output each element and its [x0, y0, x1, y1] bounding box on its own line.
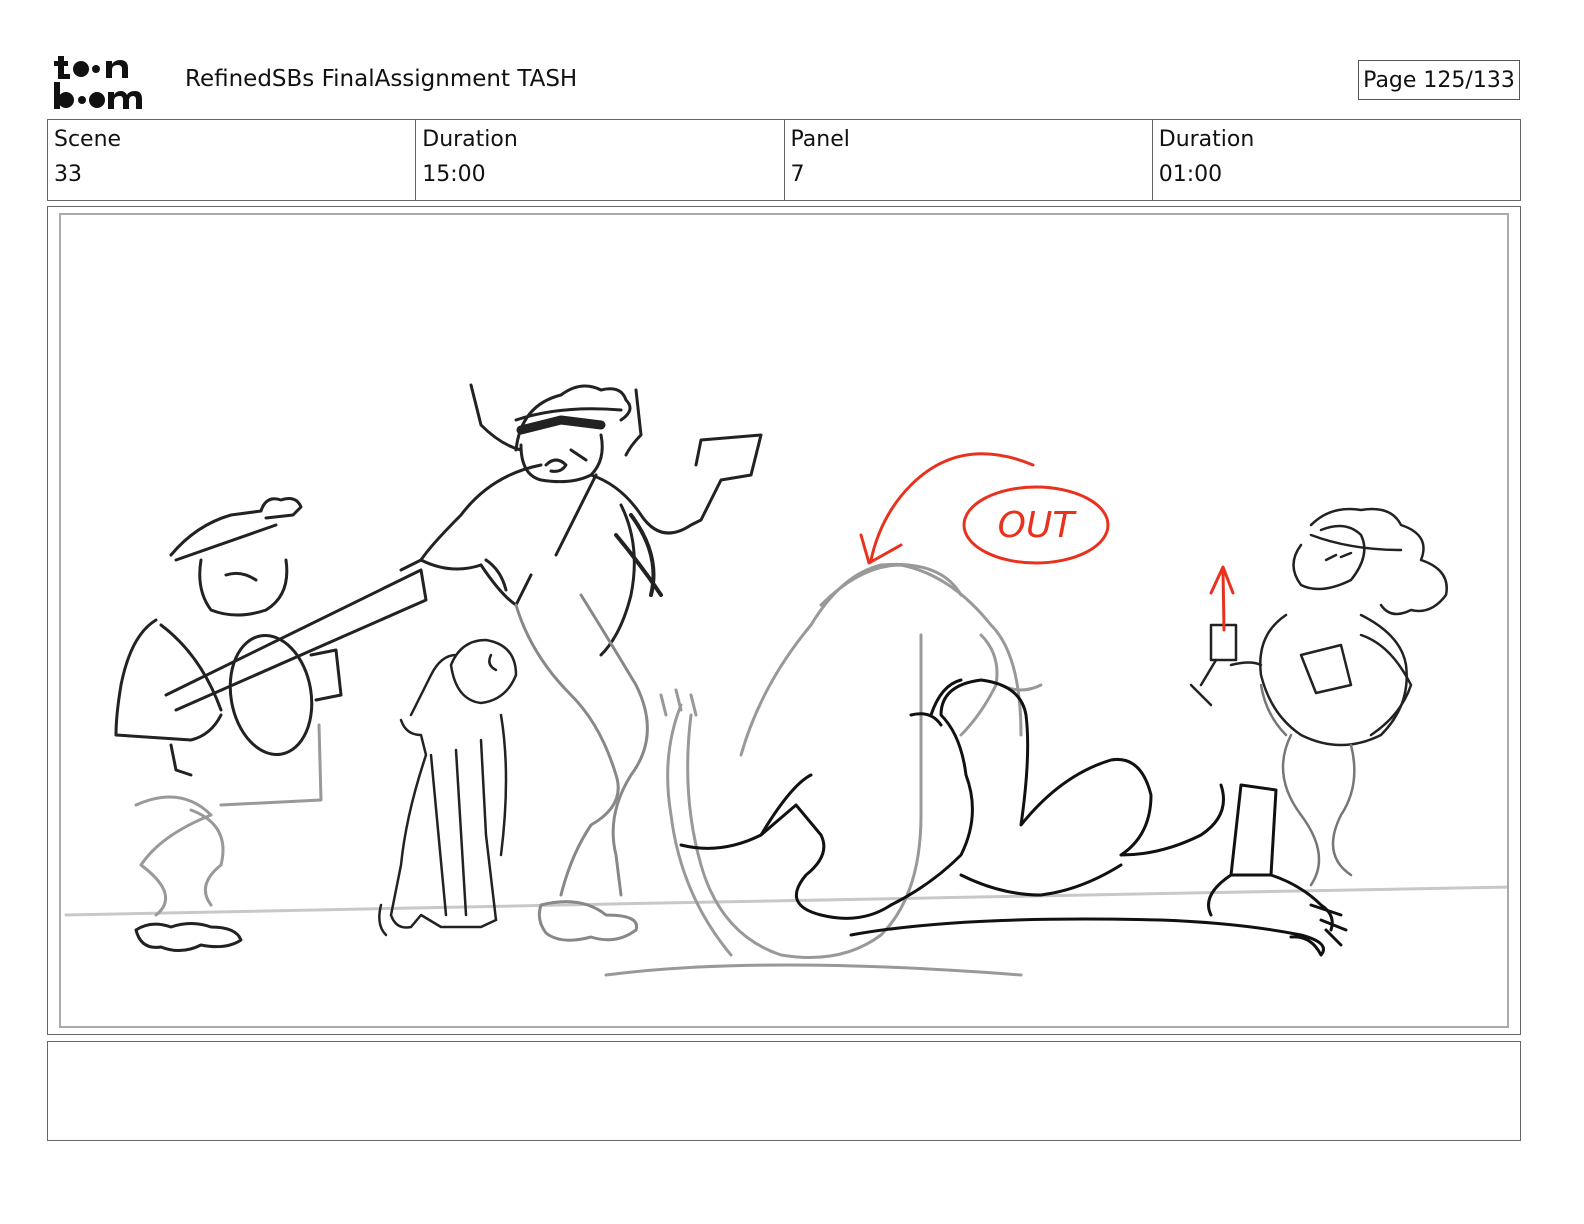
scene-duration-cell: Duration 15:00 — [416, 120, 785, 200]
scene-info-table: Scene 33 Duration 15:00 Panel 7 Duration… — [47, 119, 1521, 201]
panel-cell: Panel 7 — [785, 120, 1153, 200]
panel-label: Panel — [790, 127, 850, 152]
panel-notes-box[interactable] — [47, 1041, 1521, 1141]
scene-duration-label: Duration — [422, 127, 518, 152]
scene-label: Scene — [54, 127, 122, 152]
page-counter: Page 125/133 — [1358, 60, 1520, 100]
panel-value: 7 — [790, 162, 805, 187]
panel-duration-label: Duration — [1158, 127, 1255, 152]
panel-duration-value: 01:00 — [1158, 162, 1223, 187]
scene-cell: Scene 33 — [48, 120, 417, 200]
scene-value: 33 — [54, 162, 82, 187]
document-title: RefinedSBs FinalAssignment TASH — [185, 66, 578, 92]
storyboard-sketch: OUT — [64, 383, 1507, 977]
scene-duration-value: 15:00 — [422, 162, 486, 187]
toon-boom-logo — [54, 56, 142, 109]
out-annotation: OUT — [998, 505, 1078, 546]
panel-duration-cell: Duration 01:00 — [1153, 120, 1520, 200]
